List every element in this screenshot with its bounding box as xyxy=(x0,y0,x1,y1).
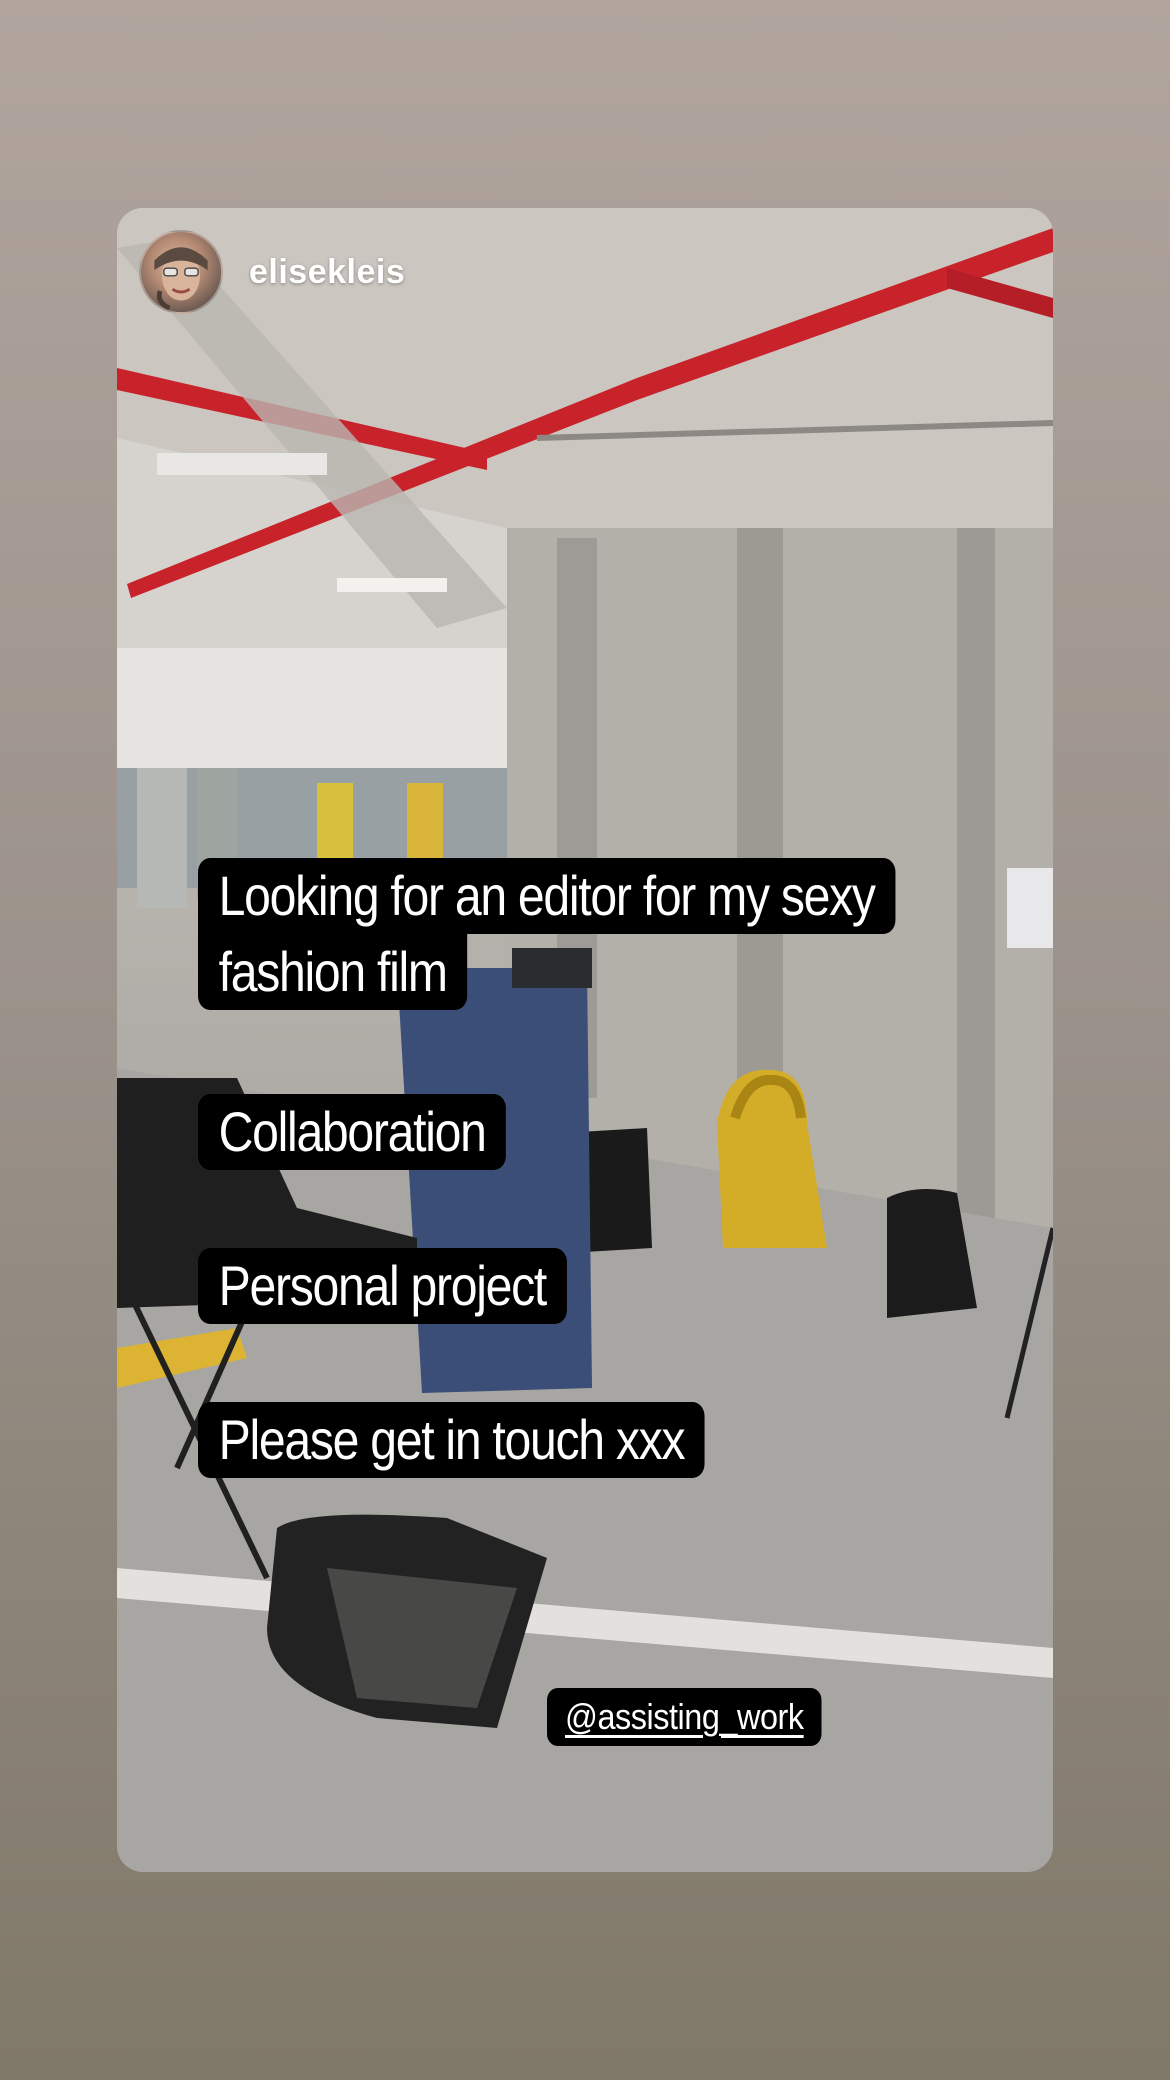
avatar[interactable] xyxy=(139,230,223,314)
username[interactable]: elisekleis xyxy=(249,253,405,292)
mention-sticker[interactable]: @assisting_work xyxy=(547,1688,822,1746)
caption-2: Collaboration xyxy=(198,1094,556,1170)
caption-line: Looking for an editor for my sexy xyxy=(198,858,896,934)
caption-line: fashion film xyxy=(198,934,468,1010)
avatar-photo-icon xyxy=(154,247,208,311)
caption-4: Please get in touch xxx xyxy=(198,1402,787,1478)
story-header[interactable]: elisekleis xyxy=(139,230,405,314)
story-photo xyxy=(117,208,1053,1872)
caption-1: Looking for an editor for my sexy fashio… xyxy=(198,858,1009,1010)
caption-line: Please get in touch xxx xyxy=(198,1402,705,1478)
caption-line: Personal project xyxy=(198,1248,567,1324)
caption-line: Collaboration xyxy=(198,1094,507,1170)
parking-garage-photo xyxy=(117,208,1053,1872)
caption-3: Personal project xyxy=(198,1248,627,1324)
story-card[interactable]: elisekleis Looking for an editor for my … xyxy=(117,208,1053,1872)
